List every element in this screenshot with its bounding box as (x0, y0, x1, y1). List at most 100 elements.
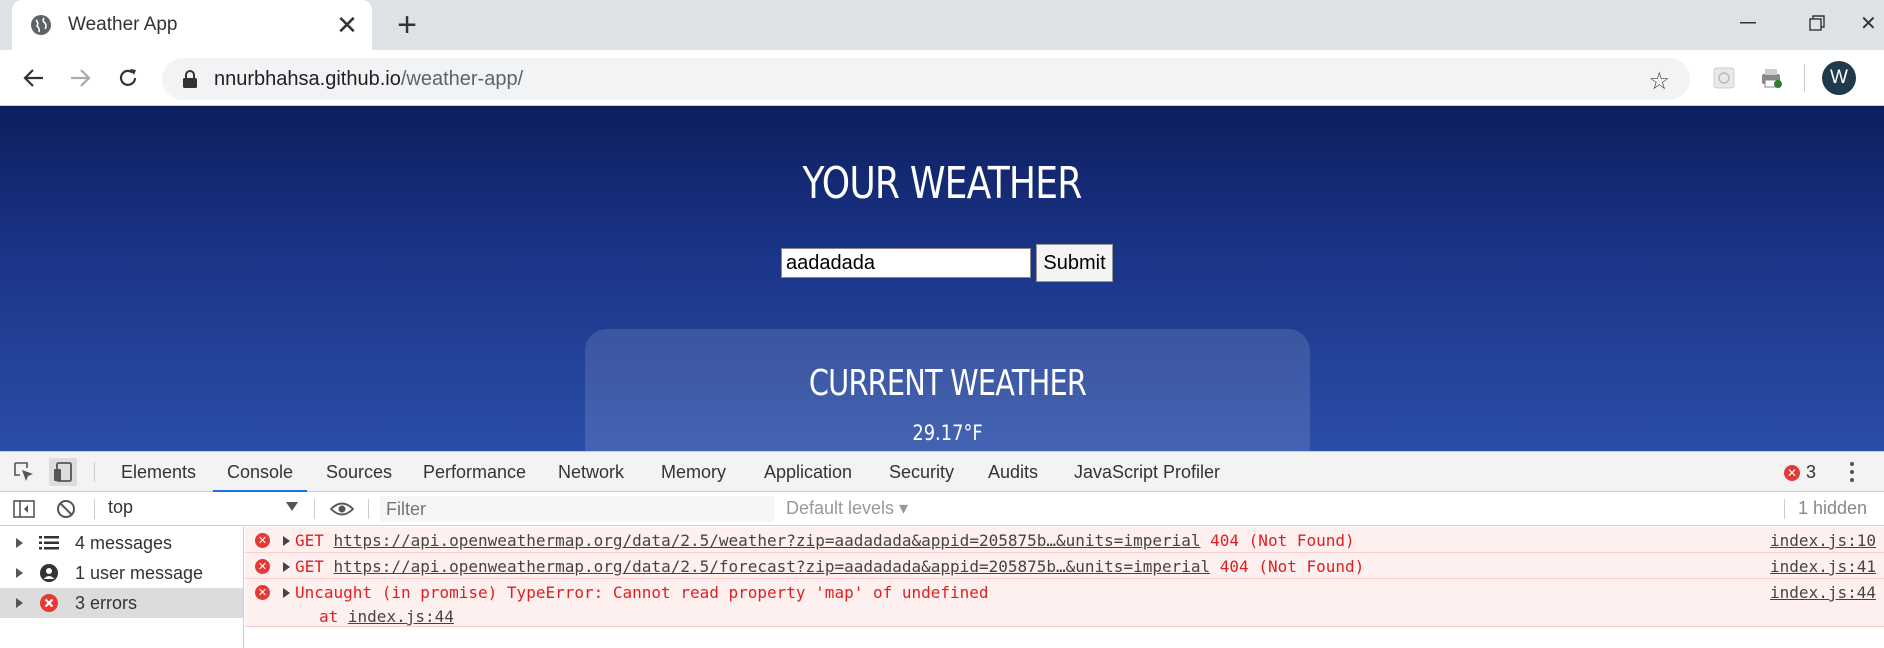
tab-network[interactable]: Network (558, 452, 624, 492)
expand-triangle-icon[interactable] (16, 538, 23, 548)
browser-tabstrip: Weather App ✕ + ✕ (0, 0, 1884, 50)
tab-sources[interactable]: Sources (326, 452, 392, 492)
expand-triangle-icon[interactable] (283, 588, 290, 598)
sidebar-item-user-messages[interactable]: 1 user message (0, 558, 243, 588)
minimize-button[interactable] (1728, 8, 1768, 38)
eye-icon (330, 502, 354, 516)
log-levels-dropdown[interactable]: Default levels ▾ (786, 498, 908, 519)
temperature-value: 29.17°F (912, 421, 983, 445)
forward-button[interactable] (62, 60, 98, 96)
hidden-count: 1 hidden (1798, 498, 1868, 518)
filterbar-divider (368, 499, 369, 519)
profile-avatar[interactable]: W (1822, 61, 1856, 95)
current-weather-card: CURRENT WEATHER 29.17°F (585, 329, 1310, 451)
tab-console[interactable]: Console (212, 452, 308, 492)
expand-triangle-icon[interactable] (283, 536, 290, 546)
expand-triangle-icon[interactable] (16, 568, 23, 578)
toggle-sidebar-button[interactable] (10, 495, 38, 523)
console-filterbar: top Default levels ▾ 1 hidden (0, 492, 1884, 526)
request-url-link[interactable]: https://api.openweathermap.org/data/2.5/… (334, 531, 1201, 550)
sidebar-toggle-icon (13, 500, 35, 518)
back-button[interactable] (16, 60, 52, 96)
reload-button[interactable] (110, 60, 146, 96)
error-icon (39, 593, 59, 613)
restore-button[interactable] (1797, 8, 1837, 38)
inspect-cursor-icon (14, 462, 33, 481)
message-text: GET https://api.openweathermap.org/data/… (295, 531, 1355, 550)
forward-arrow-icon (71, 69, 91, 87)
url-path: /weather-app/ (400, 67, 524, 90)
filterbar-divider (94, 499, 95, 519)
submit-button[interactable]: Submit (1036, 244, 1113, 282)
tab-title: Weather App (68, 14, 178, 35)
extension-icon[interactable] (1712, 66, 1736, 90)
filterbar-divider (314, 499, 315, 519)
sidebar-item-errors[interactable]: 3 errors (0, 588, 243, 618)
error-icon: ✕ (1784, 464, 1800, 481)
tab-application[interactable]: Application (764, 452, 852, 492)
url-text: nnurbhahsa.github.io/weather-app/ (214, 68, 523, 91)
tab-security[interactable]: Security (889, 452, 954, 492)
sidebar-item-label: 1 user message (75, 562, 204, 583)
request-url-link[interactable]: https://api.openweathermap.org/data/2.5/… (334, 557, 1211, 576)
close-tab-icon[interactable]: ✕ (332, 10, 362, 40)
expand-triangle-icon[interactable] (283, 562, 290, 572)
printer-extension-icon[interactable] (1759, 66, 1783, 90)
tabbar-divider (94, 462, 95, 482)
new-tab-button[interactable]: + (390, 6, 424, 44)
address-bar[interactable]: nnurbhahsa.github.io/weather-app/ ☆ (162, 58, 1690, 100)
inspect-element-button[interactable] (10, 458, 38, 486)
device-icon (54, 462, 72, 482)
close-window-button[interactable]: ✕ (1860, 8, 1884, 38)
error-count-badge[interactable]: ✕ 3 (1784, 462, 1816, 483)
error-icon: ✕ (255, 533, 270, 548)
http-status: 404 (Not Found) (1219, 557, 1365, 576)
console-message[interactable]: ✕ GET https://api.openweathermap.org/dat… (245, 527, 1884, 553)
stack-source-link[interactable]: index.js:44 (348, 607, 454, 626)
filterbar-divider (1784, 499, 1785, 519)
device-toolbar-button[interactable] (49, 458, 77, 486)
expand-triangle-icon[interactable] (16, 598, 23, 608)
console-message[interactable]: ✕ Uncaught (in promise) TypeError: Canno… (245, 579, 1884, 627)
close-window-icon: ✕ (1860, 12, 1877, 35)
stack-trace: at index.js:44 (319, 607, 454, 626)
lock-icon[interactable] (182, 70, 198, 88)
tab-performance[interactable]: Performance (423, 452, 526, 492)
url-host: nnurbhahsa.github.io (214, 67, 401, 90)
sidebar-item-label: 3 errors (75, 592, 138, 613)
card-title: CURRENT WEATHER (808, 363, 1087, 404)
toolbar-divider (1804, 64, 1805, 92)
source-link[interactable]: index.js:41 (1770, 557, 1876, 576)
message-text: GET https://api.openweathermap.org/data/… (295, 557, 1364, 576)
zip-input[interactable] (781, 248, 1031, 278)
bookmark-star-icon[interactable]: ☆ (1648, 67, 1670, 96)
list-icon (39, 533, 59, 553)
error-icon: ✕ (255, 559, 270, 574)
stack-prefix: at (319, 607, 348, 626)
back-arrow-icon (23, 69, 43, 87)
live-expression-button[interactable] (328, 495, 356, 523)
clear-console-button[interactable] (52, 495, 80, 523)
source-link[interactable]: index.js:10 (1770, 531, 1876, 550)
browser-tab[interactable]: Weather App ✕ (12, 0, 372, 50)
browser-toolbar: nnurbhahsa.github.io/weather-app/ ☆ W (0, 50, 1884, 106)
http-method: GET (295, 557, 324, 576)
devtools-tabbar: Elements Console Sources Performance Net… (0, 452, 1884, 492)
restore-icon (1809, 15, 1825, 31)
source-link[interactable]: index.js:44 (1770, 583, 1876, 602)
console-message[interactable]: ✕ GET https://api.openweathermap.org/dat… (245, 553, 1884, 579)
console-filter-input[interactable] (380, 496, 774, 522)
context-selector[interactable]: top (108, 497, 298, 521)
tab-audits[interactable]: Audits (988, 452, 1038, 492)
sidebar-item-messages[interactable]: 4 messages (0, 528, 243, 558)
chevron-down-icon[interactable] (286, 502, 298, 511)
page-title: YOUR WEATHER (802, 158, 1083, 209)
page-viewport: YOUR WEATHER Submit CURRENT WEATHER 29.1… (0, 106, 1884, 451)
http-status: 404 (Not Found) (1210, 531, 1355, 550)
devtools-panel: Elements Console Sources Performance Net… (0, 451, 1884, 648)
tab-elements[interactable]: Elements (121, 452, 196, 492)
tab-memory[interactable]: Memory (661, 452, 726, 492)
more-options-icon[interactable] (1848, 461, 1856, 483)
globe-icon (31, 15, 51, 35)
tab-javascript-profiler[interactable]: JavaScript Profiler (1074, 452, 1220, 492)
